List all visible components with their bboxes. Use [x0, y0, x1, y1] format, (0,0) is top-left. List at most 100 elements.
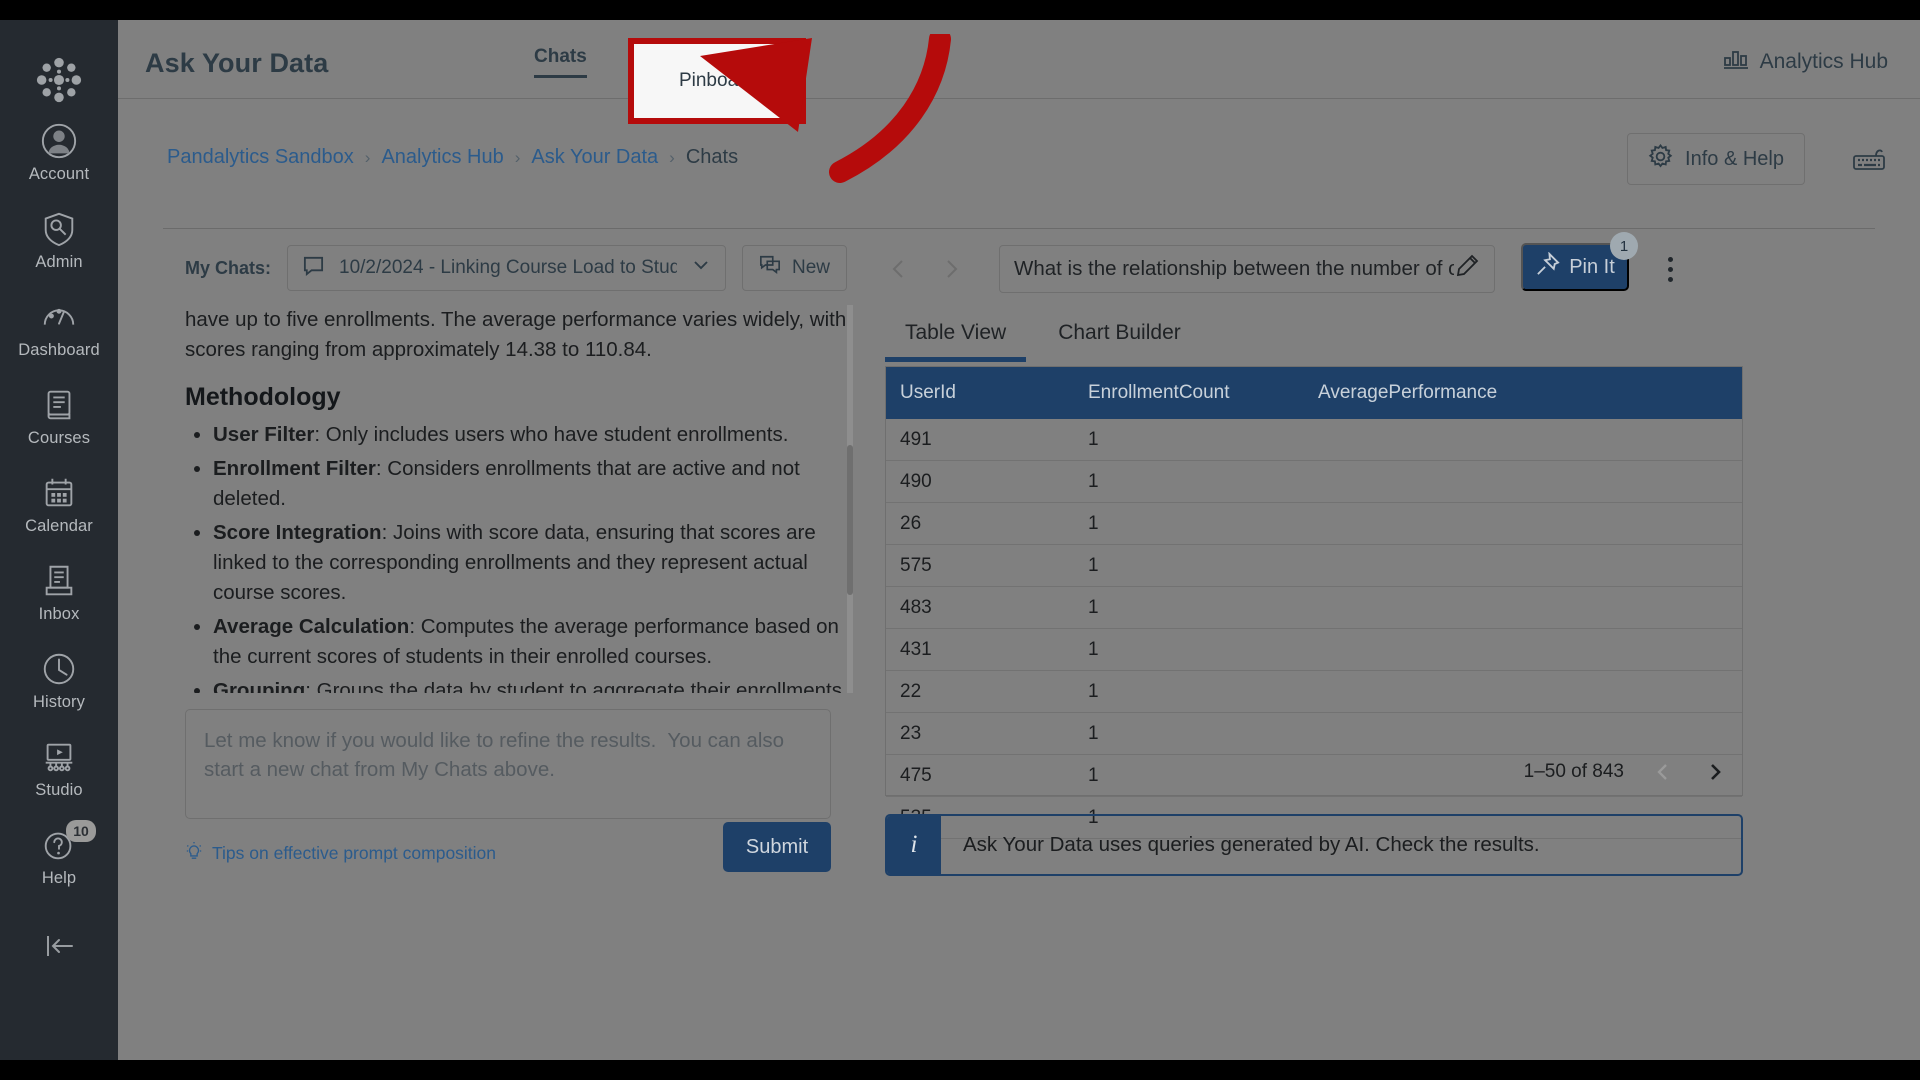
tab-chart-builder[interactable]: Chart Builder: [1038, 311, 1201, 362]
scrollbar-thumb[interactable]: [847, 445, 853, 595]
global-navigation: Account Admin Dashboard Courses Calendar…: [0, 20, 118, 1060]
sidebar-item-label: History: [32, 693, 86, 711]
info-help-label: Info & Help: [1685, 147, 1784, 170]
tab-chats[interactable]: Chats: [534, 46, 587, 78]
sidebar-item-label: Courses: [27, 429, 91, 447]
bullet-term: Score Integration: [213, 521, 382, 544]
sidebar-item-account[interactable]: Account: [0, 108, 118, 196]
tab-table-view[interactable]: Table View: [885, 311, 1027, 362]
pagination-next-icon[interactable]: [1702, 759, 1728, 785]
pushpin-icon: [1535, 250, 1560, 283]
new-chat-button[interactable]: New: [742, 245, 848, 291]
sidebar-item-label: Calendar: [25, 517, 93, 535]
list-item: Average Calculation: Computes the averag…: [213, 612, 853, 672]
new-chat-icon: [759, 254, 781, 282]
chat-transcript: have up to five enrollments. The average…: [185, 305, 853, 693]
sidebar-item-label: Inbox: [38, 605, 80, 623]
query-field[interactable]: What is the relationship between the num…: [999, 245, 1495, 293]
kebab-dot: [1667, 266, 1673, 272]
analytics-hub-link[interactable]: Analytics Hub: [1723, 48, 1888, 76]
breadcrumb-separator: ›: [514, 147, 521, 167]
breadcrumb-item-0[interactable]: Pandalytics Sandbox: [167, 146, 354, 169]
breadcrumb-item-1[interactable]: Analytics Hub: [381, 146, 503, 169]
table-row[interactable]: 490 1: [886, 460, 1742, 503]
results-table-card: UserId EnrollmentCount AveragePerformanc…: [885, 366, 1743, 839]
bullet-text: : Only includes users who have student e…: [314, 423, 789, 446]
table-row[interactable]: 491 1: [886, 419, 1742, 461]
calendar-icon: [40, 474, 78, 512]
application-window: Account Admin Dashboard Courses Calendar…: [0, 20, 1920, 1060]
pagination: 1–50 of 843: [1524, 759, 1728, 785]
transcript-heading: Methodology: [185, 383, 341, 411]
tab-pinboard[interactable]: Pinboard: [679, 70, 755, 92]
sidebar-item-dashboard[interactable]: Dashboard: [0, 284, 118, 372]
table-cell-averageperformance: [1304, 544, 1742, 587]
table-cell-userid: 26: [886, 502, 1074, 545]
column-header-enrollmentcount[interactable]: EnrollmentCount: [1074, 367, 1304, 419]
chevron-right-icon[interactable]: [925, 243, 977, 295]
table-row[interactable]: 26 1: [886, 502, 1742, 545]
prompt-input[interactable]: Let me know if you would like to refine …: [185, 709, 831, 819]
tips-link[interactable]: Tips on effective prompt composition: [185, 841, 496, 866]
table-row[interactable]: 22 1: [886, 670, 1742, 713]
sidebar-item-inbox[interactable]: Inbox: [0, 548, 118, 636]
sidebar-item-calendar[interactable]: Calendar: [0, 460, 118, 548]
pin-it-label: Pin It: [1569, 255, 1615, 278]
table-cell-averageperformance: [1304, 670, 1742, 713]
bullet-term: Average Calculation: [213, 615, 410, 638]
table-cell-enrollmentcount: 1: [1074, 586, 1304, 629]
sidebar-item-label: Studio: [35, 781, 83, 799]
table-row[interactable]: 23 1: [886, 712, 1742, 755]
sidebar-item-courses[interactable]: Courses: [0, 372, 118, 460]
table-cell-userid: 575: [886, 544, 1074, 587]
ai-disclaimer-banner: i Ask Your Data uses queries generated b…: [885, 814, 1743, 876]
breadcrumb-item-2[interactable]: Ask Your Data: [531, 146, 658, 169]
breadcrumb-separator: ›: [669, 147, 675, 167]
sidebar-item-history[interactable]: History: [0, 636, 118, 724]
sidebar-item-help[interactable]: 10 Help: [0, 812, 118, 900]
sidebar-item-studio[interactable]: Studio: [0, 724, 118, 812]
table-cell-enrollmentcount: 1: [1074, 460, 1304, 503]
chevron-down-icon: [691, 255, 711, 281]
query-text: What is the relationship between the num…: [1014, 257, 1454, 280]
collapse-nav-icon[interactable]: [39, 926, 79, 971]
info-icon: i: [887, 816, 941, 874]
table-cell-averageperformance: [1304, 586, 1742, 629]
keyboard-icon[interactable]: [1848, 139, 1890, 179]
kebab-dot: [1667, 256, 1673, 262]
tips-label: Tips on effective prompt composition: [212, 843, 497, 863]
breadcrumb: Pandalytics Sandbox › Analytics Hub › As…: [167, 146, 738, 169]
info-help-button[interactable]: Info & Help: [1627, 133, 1805, 185]
screenshot-root: Account Admin Dashboard Courses Calendar…: [0, 0, 1920, 1080]
ai-disclaimer-text: Ask Your Data uses queries generated by …: [963, 833, 1540, 856]
my-chats-label: My Chats:: [185, 257, 272, 278]
column-header-averageperformance[interactable]: AveragePerformance: [1304, 367, 1742, 419]
table-row[interactable]: 483 1: [886, 586, 1742, 629]
sidebar-item-label: Account: [28, 165, 90, 183]
my-chats-row: My Chats: 10/2/2024 - Linking Course Loa…: [163, 245, 848, 291]
results-panel: What is the relationship between the num…: [873, 229, 1875, 1060]
more-options-icon[interactable]: [1653, 249, 1687, 289]
query-row: What is the relationship between the num…: [873, 243, 1495, 295]
table-cell-enrollmentcount: 1: [1074, 419, 1304, 461]
chevron-left-icon[interactable]: [873, 243, 925, 295]
table-row[interactable]: 575 1: [886, 544, 1742, 587]
pin-count-badge: 1: [1610, 232, 1638, 260]
table-cell-enrollmentcount: 1: [1074, 712, 1304, 755]
lightbulb-icon: [185, 841, 203, 866]
courses-book-icon: [40, 386, 78, 424]
table-cell-userid: 483: [886, 586, 1074, 629]
canvas-logo[interactable]: [31, 52, 87, 108]
column-header-userid[interactable]: UserId: [886, 367, 1074, 419]
kebab-dot: [1667, 276, 1673, 282]
table-cell-averageperformance: [1304, 460, 1742, 503]
table-cell-userid: 431: [886, 628, 1074, 671]
pagination-prev-icon[interactable]: [1650, 759, 1676, 785]
sidebar-item-admin[interactable]: Admin: [0, 196, 118, 284]
table-row[interactable]: 431 1: [886, 628, 1742, 671]
submit-button[interactable]: Submit: [723, 822, 831, 872]
pencil-icon[interactable]: [1454, 253, 1480, 285]
chat-select[interactable]: 10/2/2024 - Linking Course Load to Stud: [287, 245, 727, 291]
breadcrumb-separator: ›: [364, 147, 371, 167]
chat-scrollbar[interactable]: [847, 305, 853, 693]
